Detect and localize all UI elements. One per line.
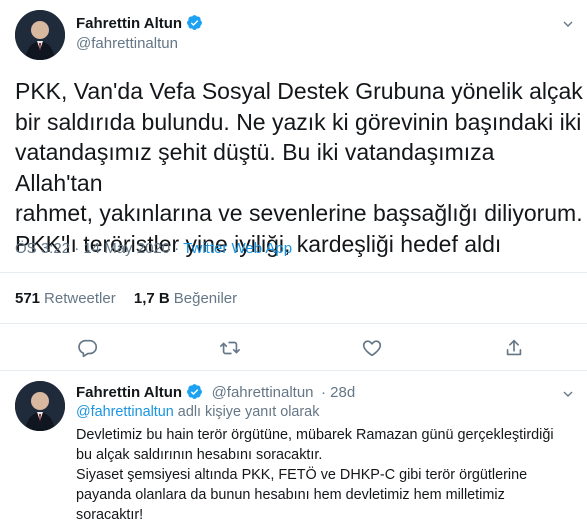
more-options-icon[interactable] xyxy=(560,16,576,32)
reply-more-options-icon[interactable] xyxy=(560,386,576,402)
author-name-text[interactable]: Fahrettin Altun xyxy=(76,15,182,32)
reply-author-avatar[interactable] xyxy=(15,381,65,431)
author-handle[interactable]: @fahrettinaltun xyxy=(76,35,178,52)
reply-text-line: Siyaset şemsiyesi altında PKK, FETÖ ve D… xyxy=(76,467,528,483)
tweet-text: PKK, Van'da Vefa Sosyal Destek Grubuna y… xyxy=(15,76,585,259)
tweet-source-link[interactable]: Twitter Web App xyxy=(183,240,292,257)
reply-author-handle[interactable]: @fahrettinaltun xyxy=(212,384,314,401)
divider xyxy=(0,323,587,324)
divider xyxy=(0,272,587,273)
tweet-timestamp[interactable]: ÖS 3:22 · 14 May 2020 · xyxy=(15,240,183,257)
verified-badge-icon xyxy=(186,383,203,405)
reply-context: @fahrettinaltun adlı kişiye yanıt olarak xyxy=(76,404,319,420)
tweet-text-line: PKK, Van'da Vefa Sosyal Destek Grubuna y… xyxy=(15,78,583,104)
share-button[interactable] xyxy=(503,337,525,359)
reply-text-line: soracaktır! xyxy=(76,507,144,523)
tweet-text-line: rahmet, yakınlarına ve sevenlerine başsa… xyxy=(15,200,583,226)
reply-icon xyxy=(78,339,98,358)
reply-button[interactable] xyxy=(77,337,99,359)
avatar-photo xyxy=(15,10,65,60)
tweet-meta: ÖS 3:22 · 14 May 2020 · Twitter Web App xyxy=(15,240,292,257)
reply-tweet-text: Devletimiz bu hain terör örgütüne, mübar… xyxy=(76,425,581,525)
tweet-stats: 571 Retweetler 1,7 B Beğeniler xyxy=(15,290,237,307)
retweet-icon xyxy=(220,341,240,355)
retweets-stat[interactable]: 571 Retweetler xyxy=(15,290,116,307)
share-icon xyxy=(506,339,522,356)
reply-mention-link[interactable]: @fahrettinaltun xyxy=(76,404,174,420)
like-label: Beğeniler xyxy=(173,290,238,307)
heart-icon xyxy=(362,340,382,357)
reply-text-line: bu alçak saldırının hesabını soracaktır. xyxy=(76,447,323,463)
tweet-text-line: bir saldırıda bulundu. Ne yazık ki görev… xyxy=(15,108,582,135)
avatar-photo xyxy=(15,381,65,431)
reply-author-name[interactable]: Fahrettin Altun xyxy=(76,384,182,401)
likes-stat[interactable]: 1,7 B Beğeniler xyxy=(134,290,237,307)
retweet-button[interactable] xyxy=(219,337,241,359)
reply-age[interactable]: · 28d xyxy=(321,384,355,401)
reply-text-line: Devletimiz bu hain terör örgütüne, mübar… xyxy=(76,427,554,443)
reply-header: Fahrettin Altun @fahrettinaltun · 28d xyxy=(76,383,355,405)
like-count: 1,7 B xyxy=(133,290,170,307)
verified-badge-icon xyxy=(186,14,203,35)
retweet-label: Retweetler xyxy=(44,290,116,307)
divider xyxy=(0,370,587,371)
like-button[interactable] xyxy=(361,337,383,359)
reply-context-text: adlı kişiye yanıt olarak xyxy=(173,404,320,420)
author-name[interactable]: Fahrettin Altun xyxy=(76,14,203,35)
tweet-text-line: vatandaşımız şehit düştü. Bu iki vatanda… xyxy=(15,139,495,196)
retweet-count: 571 xyxy=(15,290,41,307)
author-avatar[interactable] xyxy=(15,10,65,60)
reply-text-line: payanda olanlara da bunun hesabını hem d… xyxy=(76,487,505,503)
